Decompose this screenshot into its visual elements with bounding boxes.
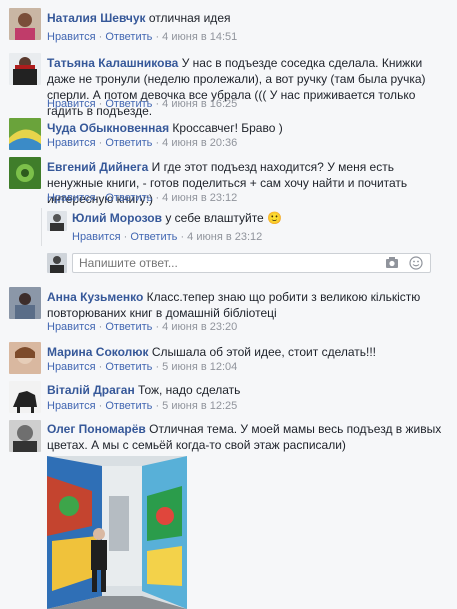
reply-link[interactable]: Ответить bbox=[105, 98, 152, 110]
reply-author[interactable]: Юлий Морозов bbox=[72, 211, 162, 225]
separator: · bbox=[123, 231, 128, 243]
separator: · bbox=[155, 400, 160, 412]
comment-text: Слышала об этой идее, стоит сделать!!! bbox=[151, 345, 377, 359]
like-link[interactable]: Нравится bbox=[47, 31, 96, 43]
timestamp[interactable]: 4 июня в 23:12 bbox=[187, 231, 262, 243]
avatar[interactable] bbox=[9, 420, 41, 452]
smiley-icon[interactable] bbox=[409, 256, 423, 270]
current-user-avatar bbox=[47, 253, 67, 273]
timestamp[interactable]: 4 июня в 23:12 bbox=[162, 192, 237, 204]
reply-input[interactable] bbox=[73, 254, 385, 272]
comment-author[interactable]: Олег Пономарёв bbox=[47, 422, 146, 436]
avatar[interactable] bbox=[47, 211, 67, 231]
separator: · bbox=[98, 192, 103, 204]
reply-link[interactable]: Ответить bbox=[105, 137, 152, 149]
separator: · bbox=[155, 98, 160, 110]
separator: · bbox=[155, 321, 160, 333]
comment-author[interactable]: Марина Соколюк bbox=[47, 345, 149, 359]
like-link[interactable]: Нравится bbox=[47, 137, 96, 149]
avatar[interactable] bbox=[9, 8, 41, 40]
separator: · bbox=[98, 400, 103, 412]
separator: · bbox=[155, 361, 160, 373]
comment-author[interactable]: Евгений Дийнега bbox=[47, 160, 148, 174]
comment-photo[interactable] bbox=[47, 456, 187, 609]
avatar[interactable] bbox=[9, 53, 41, 85]
timestamp[interactable]: 4 июня в 23:20 bbox=[162, 321, 237, 333]
separator: · bbox=[155, 31, 160, 43]
reply-thread-line bbox=[41, 208, 42, 246]
separator: · bbox=[180, 231, 185, 243]
reply-input-box[interactable] bbox=[72, 253, 431, 273]
smiley-emoji: 🙂 bbox=[267, 211, 283, 225]
camera-icon[interactable] bbox=[385, 256, 399, 270]
like-link[interactable]: Нравится bbox=[47, 400, 96, 412]
separator: · bbox=[155, 137, 160, 149]
reply-text: у себе влаштуйте bbox=[165, 211, 264, 225]
like-link[interactable]: Нравится bbox=[47, 192, 96, 204]
separator: · bbox=[98, 361, 103, 373]
timestamp[interactable]: 4 июня в 14:51 bbox=[162, 31, 237, 43]
reply-link[interactable]: Ответить bbox=[105, 31, 152, 43]
separator: · bbox=[155, 192, 160, 204]
timestamp[interactable]: 4 июня в 16:25 bbox=[162, 98, 237, 110]
separator: · bbox=[98, 31, 103, 43]
avatar[interactable] bbox=[9, 287, 41, 319]
reply-link[interactable]: Ответить bbox=[105, 192, 152, 204]
separator: · bbox=[98, 321, 103, 333]
like-link[interactable]: Нравится bbox=[47, 98, 96, 110]
comment-text: Тож, надо сделать bbox=[138, 383, 241, 397]
comment-author[interactable]: Чуда Обыкновенная bbox=[47, 121, 169, 135]
separator: · bbox=[98, 98, 103, 110]
reply-link[interactable]: Ответить bbox=[105, 400, 152, 412]
avatar[interactable] bbox=[9, 118, 41, 150]
avatar[interactable] bbox=[9, 342, 41, 374]
comment-text: Кроссавчег! Браво ) bbox=[172, 121, 283, 135]
comment-text: отличная идея bbox=[148, 11, 231, 25]
comment-author[interactable]: Анна Кузьменко bbox=[47, 290, 143, 304]
comment-author[interactable]: Татьяна Калашникова bbox=[47, 56, 178, 70]
timestamp[interactable]: 5 июня в 12:04 bbox=[162, 361, 237, 373]
timestamp[interactable]: 5 июня в 12:25 bbox=[162, 400, 237, 412]
avatar[interactable] bbox=[9, 157, 41, 189]
reply-link[interactable]: Ответить bbox=[105, 321, 152, 333]
comment-author[interactable]: Віталій Драган bbox=[47, 383, 135, 397]
like-link[interactable]: Нравится bbox=[72, 231, 121, 243]
timestamp[interactable]: 4 июня в 20:36 bbox=[162, 137, 237, 149]
comment-author[interactable]: Наталия Шевчук bbox=[47, 11, 146, 25]
reply-link[interactable]: Ответить bbox=[105, 361, 152, 373]
separator: · bbox=[98, 137, 103, 149]
like-link[interactable]: Нравится bbox=[47, 361, 96, 373]
like-link[interactable]: Нравится bbox=[47, 321, 96, 333]
reply-link[interactable]: Ответить bbox=[130, 231, 177, 243]
avatar[interactable] bbox=[9, 381, 41, 413]
